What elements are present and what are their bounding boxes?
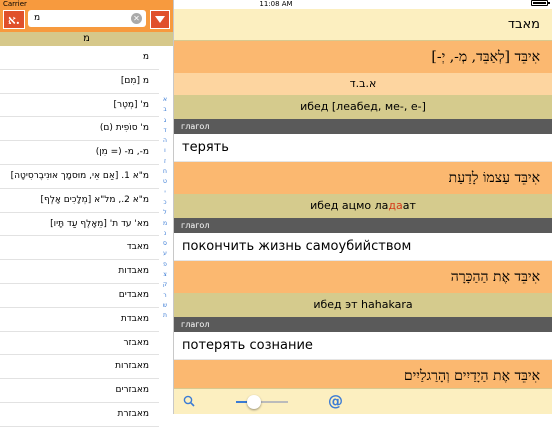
status-bar: Carrier 11:08 AM bbox=[0, 0, 552, 9]
list-item[interactable]: מאבזרת bbox=[0, 403, 159, 427]
search-icon[interactable] bbox=[183, 395, 195, 407]
alpha-index-letter[interactable]: ס bbox=[160, 239, 170, 249]
entry-translation: покончить жизнь самоубийством bbox=[174, 233, 552, 261]
entry-hebrew: אִיבֵּד אֶת הַהַכָּרָה bbox=[174, 261, 552, 293]
alpha-index-letter[interactable]: ח bbox=[160, 167, 170, 177]
list-item[interactable]: מאבזר bbox=[0, 332, 159, 356]
entry-transliteration: ибед [леабед, ме-, е-] bbox=[174, 95, 552, 119]
alpha-index-letter[interactable]: נ bbox=[160, 229, 170, 239]
list-item[interactable]: מ' סוֹפִית (ם) bbox=[0, 117, 159, 142]
search-value: מ bbox=[34, 13, 41, 23]
list-item[interactable]: מאבדים bbox=[0, 284, 159, 308]
alpha-index-letter[interactable]: כ bbox=[160, 198, 170, 208]
list-item[interactable]: מאבזרים bbox=[0, 379, 159, 403]
translit-stress: да bbox=[388, 199, 403, 212]
alpha-index-letter[interactable]: א bbox=[160, 95, 170, 105]
list-item[interactable]: מ [מִם] bbox=[0, 70, 159, 94]
entry-part-of-speech: глагол bbox=[174, 218, 552, 233]
main-pane: מאבד אִיבֵּד [לְאַבֵּד, מְ-, יְ-] א.ב.ד … bbox=[174, 0, 552, 414]
status-time: 11:08 AM bbox=[259, 0, 293, 8]
at-icon[interactable]: @ bbox=[328, 391, 343, 411]
chevron-down-icon bbox=[155, 16, 165, 23]
alpha-index-letter[interactable]: ד bbox=[160, 126, 170, 136]
list-item[interactable]: מאבד bbox=[0, 236, 159, 261]
letter-section-header: מ bbox=[0, 32, 173, 46]
battery-indicator bbox=[531, 0, 550, 6]
alpha-index-letter[interactable]: פ bbox=[160, 260, 170, 270]
alpha-index-letter[interactable]: צ bbox=[160, 270, 170, 280]
entry-root: א.ב.ד bbox=[174, 73, 552, 95]
sidebar: א. מ ✕ מ מ מ [מִם] מ' [מְטֶר] מ' סוֹפִית… bbox=[0, 0, 174, 427]
page-title: מאבד bbox=[507, 17, 540, 32]
list-item[interactable]: מ-, מ- (= מִן) bbox=[0, 141, 159, 165]
entry-translation: потерять сознание bbox=[174, 332, 552, 360]
entry-translation: терять bbox=[174, 134, 552, 162]
font-size-slider[interactable] bbox=[236, 395, 288, 409]
slider-thumb[interactable] bbox=[247, 395, 262, 409]
alpha-index-letter[interactable]: ב bbox=[160, 105, 170, 115]
alpha-index-letter[interactable]: ג bbox=[160, 116, 170, 126]
entry-transliteration: ибед ацмо ладаат bbox=[174, 194, 552, 218]
alphabet-index[interactable]: א ב ג ד ה ו ז ח ט י כ ל מ נ ס ע פ צ ק ר … bbox=[160, 95, 170, 322]
list-item[interactable]: מאבזרות bbox=[0, 355, 159, 380]
list-item[interactable]: מ"א 1. [אַם אֵי, מוּסמָך אוּנִיבֶרסִיטָה… bbox=[0, 165, 159, 189]
alpha-index-letter[interactable]: ט bbox=[160, 177, 170, 187]
alpha-index-letter[interactable]: מ bbox=[160, 219, 170, 229]
app-logo-button[interactable]: א. bbox=[3, 10, 25, 29]
alpha-index-letter[interactable]: ל bbox=[160, 208, 170, 218]
entry-hebrew: אִיבֵּד עַצמוֹ לָדַעַת bbox=[174, 162, 552, 194]
translit-text: ибед эт hahakara bbox=[313, 298, 413, 311]
translit-text-end: ат bbox=[402, 199, 416, 212]
bottom-toolbar: @ bbox=[174, 388, 552, 414]
entry-hebrew: אִיבֵּד [לְאַבֵּד, מְ-, יְ-] bbox=[174, 41, 552, 73]
alpha-index-letter[interactable]: ה bbox=[160, 136, 170, 146]
clear-icon[interactable]: ✕ bbox=[131, 13, 142, 24]
alpha-index-letter[interactable]: ש bbox=[160, 301, 170, 311]
alpha-index-letter[interactable]: ר bbox=[160, 291, 170, 301]
list-item[interactable]: מאבדת bbox=[0, 308, 159, 332]
battery-icon bbox=[531, 0, 550, 6]
entry-content: אִיבֵּד [לְאַבֵּד, מְ-, יְ-] א.ב.ד ибед … bbox=[174, 41, 552, 392]
entry-transliteration: ибед эт hahakara bbox=[174, 293, 552, 317]
dropdown-button[interactable] bbox=[150, 10, 170, 29]
alpha-index-letter[interactable]: ק bbox=[160, 280, 170, 290]
list-item[interactable]: מ"א 2., מל"א [מְלָכִים אָלֶף] bbox=[0, 189, 159, 213]
list-item[interactable]: מאבדות bbox=[0, 260, 159, 284]
list-item[interactable]: מ' [מְטֶר] bbox=[0, 94, 159, 118]
search-input[interactable]: מ ✕ bbox=[28, 10, 146, 27]
alpha-index-letter[interactable]: י bbox=[160, 188, 170, 198]
word-list: מ מ [מִם] מ' [מְטֶר] מ' סוֹפִית (ם) מ-, … bbox=[0, 46, 159, 427]
translit-text: ибед ацмо ла bbox=[310, 199, 389, 212]
entry-part-of-speech: глагол bbox=[174, 119, 552, 134]
translit-text: ибед [леабед, ме-, е-] bbox=[300, 100, 426, 113]
alpha-index-letter[interactable]: ו bbox=[160, 146, 170, 156]
list-item[interactable]: מ bbox=[0, 46, 159, 70]
alpha-index-letter[interactable]: ז bbox=[160, 157, 170, 167]
main-header: מאבד bbox=[174, 9, 552, 41]
alpha-index-letter[interactable]: ע bbox=[160, 249, 170, 259]
list-item[interactable]: מא' עד ת' [מֵאָלֶף עַד תָּיו] bbox=[0, 213, 159, 237]
alpha-index-letter[interactable]: ת bbox=[160, 311, 170, 321]
entry-part-of-speech: глагол bbox=[174, 317, 552, 332]
